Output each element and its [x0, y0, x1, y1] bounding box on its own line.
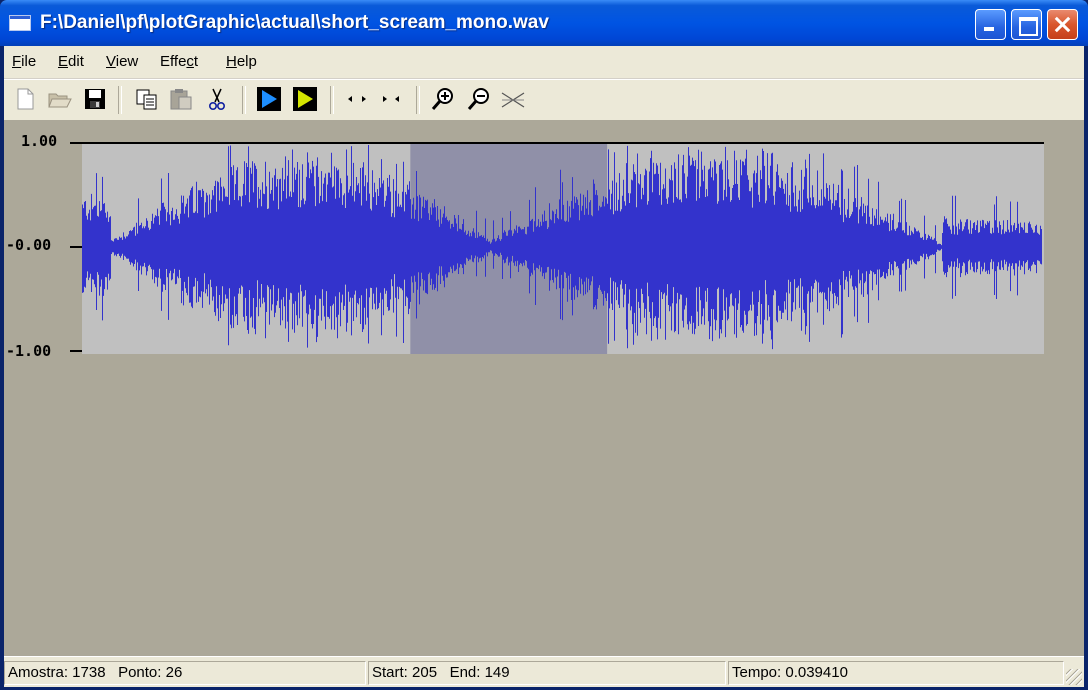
menu-label: t — [193, 53, 199, 70]
open-icon — [48, 93, 72, 108]
zoom-in-button[interactable] — [430, 86, 456, 112]
status-start: Start: 205 — [372, 664, 438, 681]
menu-effect[interactable]: Effect — [160, 53, 198, 70]
cut-icon — [209, 88, 226, 110]
shrink-selection-icon — [383, 96, 399, 102]
menu-bar: File Edit View Effect Help — [4, 46, 1084, 79]
new-icon — [17, 88, 34, 110]
client-area: File Edit View Effect Help 1.00 -0.00 -1… — [4, 46, 1084, 687]
play-button[interactable] — [256, 86, 282, 112]
paste-icon — [170, 89, 192, 110]
toolbar-separator — [242, 86, 246, 114]
close-button[interactable] — [1047, 9, 1078, 40]
menu-label: elp — [236, 53, 257, 70]
toolbar-separator — [330, 86, 334, 114]
new-button[interactable] — [12, 86, 38, 112]
menu-label: Effe — [160, 53, 187, 70]
waveform-plot[interactable] — [82, 142, 1044, 354]
app-window: F:\Daniel\pf\plotGraphic\actual\short_sc… — [0, 0, 1088, 690]
cut-button[interactable] — [204, 86, 230, 112]
play-icon — [257, 87, 281, 111]
play-selection-button[interactable] — [292, 86, 318, 112]
maximize-icon — [1012, 10, 1041, 39]
open-button[interactable] — [46, 86, 72, 112]
status-bar: Amostra: 1738 Ponto: 26 Start: 205 End: … — [4, 656, 1084, 687]
menu-edit[interactable]: Edit — [58, 53, 84, 70]
zoom-in-icon — [431, 88, 453, 110]
close-icon — [1048, 10, 1077, 39]
menu-label: iew — [115, 53, 139, 70]
zoom-reset-icon — [501, 92, 525, 108]
status-tempo: Tempo: 0.039410 — [732, 664, 848, 681]
play-selection-icon — [293, 87, 317, 111]
expand-selection-icon — [348, 96, 366, 102]
menu-label: ile — [21, 53, 37, 70]
zoom-reset-button[interactable] — [500, 86, 526, 112]
menu-view[interactable]: View — [106, 53, 138, 70]
status-ponto: Ponto: 26 — [118, 664, 183, 681]
save-button[interactable] — [82, 86, 108, 112]
status-selection-pane: Start: 205 End: 149 — [368, 661, 726, 685]
resize-grip[interactable] — [1066, 669, 1082, 685]
waveform-canvas[interactable] — [82, 144, 1044, 354]
copy-button[interactable] — [134, 86, 160, 112]
menu-label: c — [186, 53, 194, 70]
menu-file[interactable]: File — [12, 53, 36, 70]
shrink-selection-button[interactable] — [378, 86, 404, 112]
toolbar — [4, 79, 1084, 120]
status-time-pane: Tempo: 0.039410 — [728, 661, 1064, 685]
menu-label: E — [58, 53, 69, 70]
minimize-button[interactable] — [975, 9, 1006, 40]
expand-selection-button[interactable] — [344, 86, 370, 112]
status-amostra: Amostra: 1738 — [8, 664, 106, 681]
save-icon — [85, 89, 105, 109]
zoom-out-icon — [467, 88, 489, 110]
y-tick-label: -1.00 — [6, 342, 52, 360]
toolbar-separator — [118, 86, 122, 114]
window-title: F:\Daniel\pf\plotGraphic\actual\short_sc… — [40, 12, 549, 33]
app-icon[interactable] — [9, 15, 31, 31]
paste-button[interactable] — [168, 86, 194, 112]
title-bar[interactable]: F:\Daniel\pf\plotGraphic\actual\short_sc… — [0, 0, 1088, 46]
maximize-button[interactable] — [1011, 9, 1042, 40]
zoom-out-button[interactable] — [466, 86, 492, 112]
y-tick-label: -0.00 — [6, 236, 52, 254]
menu-label: H — [226, 53, 237, 70]
menu-help[interactable]: Help — [226, 53, 257, 70]
y-tick-label: 1.00 — [21, 132, 58, 150]
status-sample-pane: Amostra: 1738 Ponto: 26 — [4, 661, 366, 685]
menu-label: dit — [68, 53, 84, 70]
toolbar-separator — [416, 86, 420, 114]
copy-icon — [136, 89, 157, 110]
minimize-icon — [976, 10, 1005, 39]
status-end: End: 149 — [449, 664, 510, 681]
menu-label: V — [106, 53, 116, 70]
menu-label: F — [12, 53, 22, 70]
